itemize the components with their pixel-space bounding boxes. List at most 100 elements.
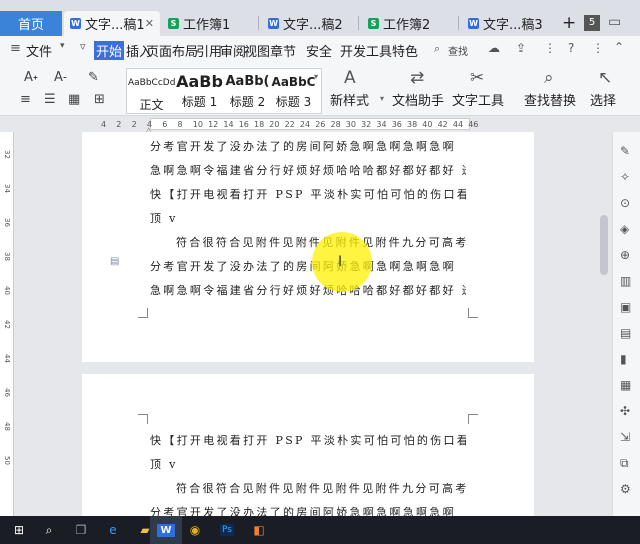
scrollbar-thumb[interactable] [600, 215, 608, 275]
image-icon[interactable]: ▣ [620, 300, 631, 314]
paragraph-handle-icon[interactable]: ▤ [110, 256, 119, 267]
doc-helper-button[interactable]: 文档助手 [392, 90, 444, 109]
ruler-number: 2 [131, 120, 137, 129]
search-icon[interactable]: ⌕ [38, 520, 60, 540]
chevron-down-icon[interactable]: ▾ [380, 94, 384, 103]
more-dots-icon[interactable]: ⋮ [592, 41, 604, 55]
new-style-button[interactable]: 新样式 [330, 90, 369, 109]
search-label[interactable]: 查找 [448, 43, 468, 58]
doc-line: 快【打开电视看打开 PSP 平淡朴实可怕可怕的伤口看 v 啊狂 [150, 188, 466, 201]
font-size-down-icon[interactable]: A˗ [54, 70, 67, 85]
text-tools-button[interactable]: 文字工具 [452, 90, 504, 109]
writer-icon: W [70, 18, 81, 29]
find-replace-button[interactable]: 查找替换 [524, 90, 576, 109]
cloud-icon[interactable]: ☁ [488, 41, 500, 55]
quick-access-icon[interactable]: ▿ [80, 40, 86, 53]
gallery-icon[interactable]: ▤ [620, 326, 631, 340]
align-center-icon[interactable]: ☰ [44, 92, 56, 107]
margin-corner [468, 414, 478, 424]
ruler-number: 44 [452, 120, 464, 129]
style-normal[interactable]: AaBbCcDd 正文 [128, 72, 175, 114]
style-heading1[interactable]: AaBb 标题 1 [176, 72, 223, 114]
tab-sheet2[interactable]: S 工作簿2 [362, 11, 458, 36]
document-page-1[interactable]: 分考官开发了没办法了的房间阿娇急啊急啊急啊急啊 急啊急啊令福建省分行好烦好烦哈哈… [82, 132, 534, 362]
menu-chapter[interactable]: 章节 [270, 41, 296, 60]
search-icon[interactable]: ⌕ [434, 42, 440, 56]
align-justify-icon[interactable]: ≡ [20, 92, 31, 107]
tools-icon[interactable]: ✣ [620, 404, 630, 418]
chevron-up-icon[interactable]: ⌃ [614, 40, 624, 54]
document-page-2[interactable]: 快【打开电视看打开 PSP 平淡朴实可怕可怕的伤口看 v 啊狂 顶 v 符合很符… [82, 374, 534, 524]
edge-browser-icon[interactable]: e [102, 520, 124, 540]
layers-icon[interactable]: ⧉ [620, 456, 629, 471]
wps-writer-taskbar-icon[interactable]: W [150, 516, 182, 544]
menu-layout[interactable]: 页面布局 [146, 41, 198, 60]
ruler-number: 12 [208, 120, 219, 129]
share-icon[interactable]: ⇪ [516, 41, 526, 55]
chrome-browser-icon[interactable]: ◉ [184, 520, 206, 540]
database-icon[interactable]: ▥ [620, 274, 631, 288]
menu-file[interactable]: 文件 [26, 41, 52, 60]
style-heading2[interactable]: AaBb( 标题 2 [224, 72, 271, 114]
style-preview: AaBb( [225, 74, 270, 89]
ruler-number: 6 [162, 120, 168, 129]
ruler-number: 16 [238, 120, 249, 129]
hamburger-icon[interactable]: ≡ [10, 41, 21, 56]
vertical-ruler-number: 38 [3, 252, 11, 261]
menu-features[interactable]: 特色 [392, 41, 424, 60]
vertical-ruler-number: 48 [3, 422, 11, 431]
pen-icon[interactable]: ✎ [620, 144, 630, 158]
help-icon[interactable]: ? [568, 41, 574, 55]
doc-line: 分考官开发了没办法了的房间阿娇急啊急啊急啊急啊 [150, 140, 456, 153]
shield-icon[interactable]: ◈ [620, 222, 629, 236]
tab-doc1[interactable]: W 文字...稿1 ✕ [64, 11, 160, 36]
window-menu-icon[interactable]: ▭ [608, 14, 621, 30]
border-icon[interactable]: ▦ [68, 92, 80, 107]
style-heading3[interactable]: AaBbC 标题 3 [270, 72, 317, 114]
clear-format-icon[interactable]: ✎ [88, 70, 99, 85]
vertical-ruler-number: 46 [3, 388, 11, 397]
photoshop-icon[interactable]: Ps [216, 520, 238, 540]
menu-devtools[interactable]: 开发工具 [340, 41, 392, 60]
chart-icon[interactable]: ▮ [620, 352, 627, 366]
tab-counter-badge[interactable]: 5 [584, 15, 600, 31]
font-size-up-icon[interactable]: A˖ [24, 70, 38, 85]
menu-review[interactable]: 审阅 [220, 41, 246, 60]
menu-reference[interactable]: 引用 [196, 41, 222, 60]
style-label: 标题 3 [275, 95, 312, 109]
tab-doc2[interactable]: W 文字...稿2 [262, 11, 358, 36]
tab-divider [358, 16, 359, 30]
vertical-ruler-number: 50 [3, 456, 11, 465]
close-icon[interactable]: ✕ [145, 17, 154, 30]
new-tab-button[interactable]: + [562, 13, 576, 33]
taskbar: ⊞ ⌕ ❐ e ▰ W ◉ Ps ◧ [0, 516, 640, 544]
table-icon[interactable]: ⊞ [94, 92, 105, 107]
settings-icon[interactable]: ⚙ [620, 482, 631, 496]
translate-icon[interactable]: ⊕ [620, 248, 630, 262]
menu-view[interactable]: 视图 [244, 41, 270, 60]
text-cursor-icon: I [338, 254, 343, 270]
tab-home[interactable]: 首页 [0, 11, 62, 36]
tab-doc3[interactable]: W 文字...稿3 [462, 11, 556, 36]
ruler-number: 18 [254, 120, 265, 129]
chevron-down-icon[interactable]: ▾ [60, 41, 65, 51]
export-icon[interactable]: ⇲ [620, 430, 630, 444]
style-preview: AaBb [176, 72, 223, 91]
more-icon[interactable]: ⋮ [544, 41, 556, 55]
magic-icon[interactable]: ✧ [620, 170, 630, 184]
task-view-icon[interactable]: ❐ [70, 520, 92, 540]
doc-helper-icon: ⇄ [410, 68, 425, 88]
presentation-app-icon[interactable]: ◧ [248, 520, 270, 540]
scrollbar-track[interactable] [598, 132, 610, 516]
tab-sheet1[interactable]: S 工作簿1 [162, 11, 258, 36]
ruler-number: 22 [284, 120, 295, 129]
tab-doc2-label: 文字...稿2 [283, 18, 343, 33]
menu-home[interactable]: 开始 [94, 41, 125, 60]
gallery-more-icon[interactable]: ▾ [314, 72, 318, 81]
select-button[interactable]: 选择 [590, 90, 616, 109]
grid-icon[interactable]: ▦ [620, 378, 631, 392]
menu-security[interactable]: 安全 [306, 41, 332, 60]
location-icon[interactable]: ⊙ [620, 196, 630, 210]
style-label: 正文 [139, 98, 164, 112]
windows-start-icon[interactable]: ⊞ [8, 520, 30, 540]
